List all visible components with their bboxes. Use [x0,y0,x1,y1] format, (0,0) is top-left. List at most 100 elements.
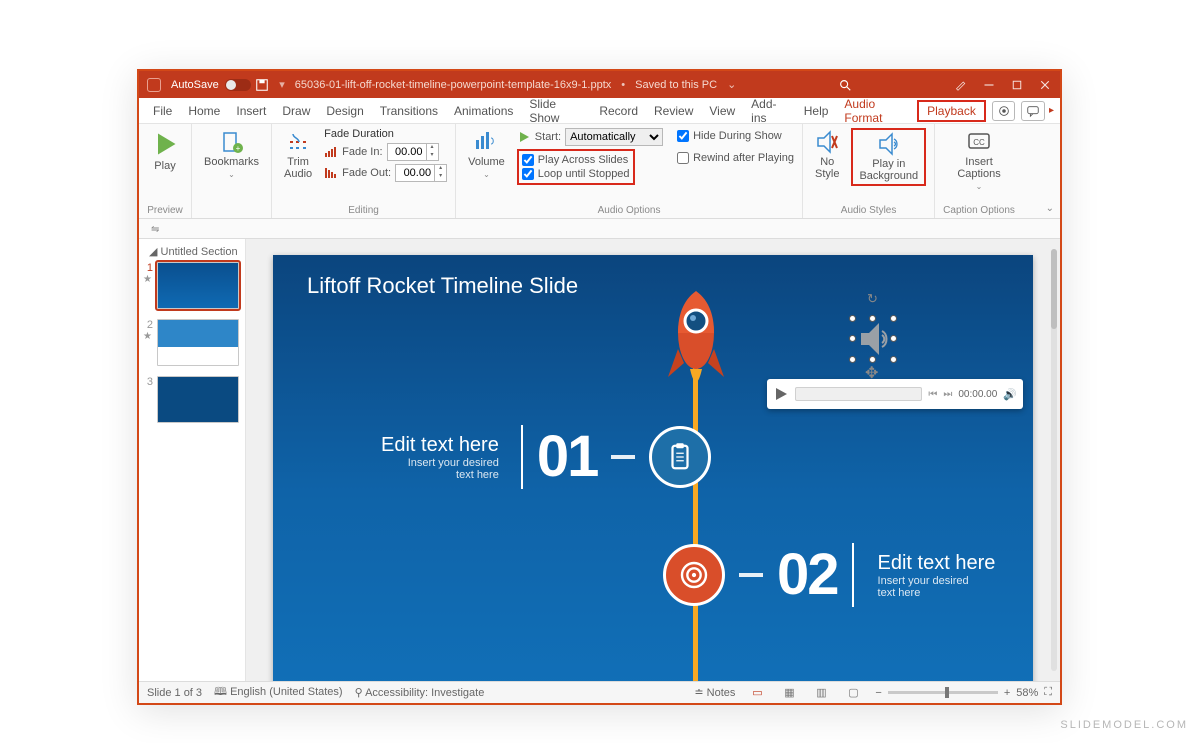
thumbnail-3[interactable]: 3 [143,376,241,423]
audio-volume-icon[interactable]: 🔊 [1003,388,1017,401]
sorter-view-icon[interactable]: ▦ [779,685,799,701]
target-icon [663,544,725,606]
fade-out-icon [324,167,338,179]
search-icon[interactable] [838,78,852,92]
tab-view[interactable]: View [701,100,743,122]
play-across-checkbox[interactable]: Play Across Slides [522,154,630,166]
present-button[interactable] [992,101,1016,121]
watermark: SLIDEMODEL.COM [1060,719,1188,731]
audio-time: 00:00.00 [958,389,997,400]
ribbon: Play Preview + Bookmarks ⌄ Trim Audio [139,124,1060,219]
play-button[interactable]: Play [147,128,183,174]
zoom-in-icon[interactable]: + [1004,687,1010,699]
tab-help[interactable]: Help [796,100,837,122]
status-bar: Slide 1 of 3 🕮 English (United States) ⚲… [139,681,1060,703]
slide-title[interactable]: Liftoff Rocket Timeline Slide [307,273,578,299]
skip-fwd-icon[interactable]: ⏭ [943,389,952,400]
trim-audio-label: Trim Audio [284,156,312,180]
play-bg-label: Play in Background [859,158,918,182]
tab-animations[interactable]: Animations [446,100,521,122]
slide[interactable]: Liftoff Rocket Timeline Slide Edit text … [273,255,1033,681]
audio-track[interactable] [795,387,922,401]
section-header[interactable]: ◢ Untitled Section [149,245,241,258]
group-label: Preview [147,202,183,216]
trim-audio-button[interactable]: Trim Audio [280,128,316,182]
item1-sub: Insert your desired text here [381,457,499,481]
bookmarks-button[interactable]: + Bookmarks ⌄ [200,128,263,181]
audio-player[interactable]: ⏮ ⏭ 00:00.00 🔊 [767,379,1023,409]
accessibility-button[interactable]: ⚲ Accessibility: Investigate [355,686,485,699]
fade-in-icon [324,146,338,158]
pen-icon[interactable] [954,79,968,91]
hide-label: Hide During Show [693,130,782,142]
close-icon[interactable] [1038,79,1052,91]
fade-controls: Fade Duration Fade In: ▴▾ Fade Out: ▴▾ [324,128,447,182]
reading-view-icon[interactable]: ▥ [811,685,831,701]
rotate-handle-icon[interactable]: ↻ [867,291,878,307]
tab-file[interactable]: File [145,100,180,122]
ribbon-toggle-bar[interactable]: ⇋ [139,219,1060,239]
lang-button[interactable]: 🕮 English (United States) [214,683,343,702]
zoom-slider[interactable] [888,691,998,694]
start-icon [517,130,531,144]
fade-out-input[interactable]: ▴▾ [395,164,447,182]
loop-label: Loop until Stopped [538,168,630,180]
start-select[interactable]: Automatically [565,128,663,146]
tab-review[interactable]: Review [646,100,701,122]
thumbnail-2[interactable]: 2★ [143,319,241,366]
group-label: Editing [348,202,379,216]
zoom-control[interactable]: − + 58% ⛶ [875,686,1052,699]
save-status: Saved to this PC [635,79,717,91]
group-audio-options: Volume ⌄ Start: Automatically Play Acros… [456,124,803,218]
tab-insert[interactable]: Insert [228,100,274,122]
zoom-out-icon[interactable]: − [875,687,881,699]
play-label: Play [154,160,175,172]
slideshow-view-icon[interactable]: ▢ [843,685,863,701]
ribbon-tabs: File Home Insert Draw Design Transitions… [139,98,1060,124]
slide-counter[interactable]: Slide 1 of 3 [147,687,202,699]
rewind-checkbox[interactable]: Rewind after Playing [677,152,794,164]
tab-playback[interactable]: Playback [917,100,986,122]
thumbnail-1[interactable]: 1★ [143,262,241,309]
minimize-icon[interactable] [982,79,996,91]
tab-design[interactable]: Design [318,100,371,122]
vertical-scrollbar[interactable] [1048,239,1060,681]
group-editing: Trim Audio Fade Duration Fade In: ▴▾ Fad… [272,124,456,218]
item2-sub: Insert your desired text here [878,575,996,599]
tab-record[interactable]: Record [591,100,646,122]
item1-number: 01 [537,428,598,486]
loop-checkbox[interactable]: Loop until Stopped [522,168,630,180]
skip-back-icon[interactable]: ⏮ [928,389,937,400]
work-area: ◢ Untitled Section 1★ 2★ 3 Liftoff Rocke… [139,239,1060,681]
tab-transitions[interactable]: Transitions [372,100,446,122]
fade-in-input[interactable]: ▴▾ [387,143,439,161]
group-audio-styles: No Style Play in Background Audio Styles [803,124,935,218]
comments-button[interactable] [1021,101,1045,121]
tab-home[interactable]: Home [180,100,228,122]
fit-icon[interactable]: ⛶ [1044,686,1052,699]
timeline-item-2[interactable]: 02 Edit text here Insert your desired te… [663,543,995,607]
notes-button[interactable]: ≐ Notes [694,686,735,699]
save-icon[interactable] [255,78,269,92]
overflow-icon[interactable]: ▸ [1049,105,1054,116]
volume-button[interactable]: Volume ⌄ [464,128,509,181]
play-in-background-button[interactable]: Play in Background [851,128,926,186]
fade-in-label: Fade In: [342,146,382,158]
hide-checkbox[interactable]: Hide During Show [677,130,794,142]
play-across-label: Play Across Slides [538,154,628,166]
rocket-icon[interactable] [666,287,726,397]
no-style-button[interactable]: No Style [811,128,843,182]
collapse-ribbon-icon[interactable]: ⌄ [1046,203,1054,214]
svg-text:+: + [235,144,240,153]
insert-captions-button[interactable]: CC Insert Captions ⌄ [953,128,1004,193]
tab-draw[interactable]: Draw [274,100,318,122]
audio-object[interactable]: ✥ [853,319,893,359]
autosave-toggle[interactable]: AutoSave Off [171,79,245,91]
audio-play-icon[interactable] [773,386,789,402]
maximize-icon[interactable] [1010,79,1024,91]
timeline-item-1[interactable]: Edit text here Insert your desired text … [381,425,711,489]
timeline-stem [693,347,698,681]
autosave-label: AutoSave [171,79,219,91]
svg-text:CC: CC [973,138,985,147]
normal-view-icon[interactable]: ▭ [747,685,767,701]
